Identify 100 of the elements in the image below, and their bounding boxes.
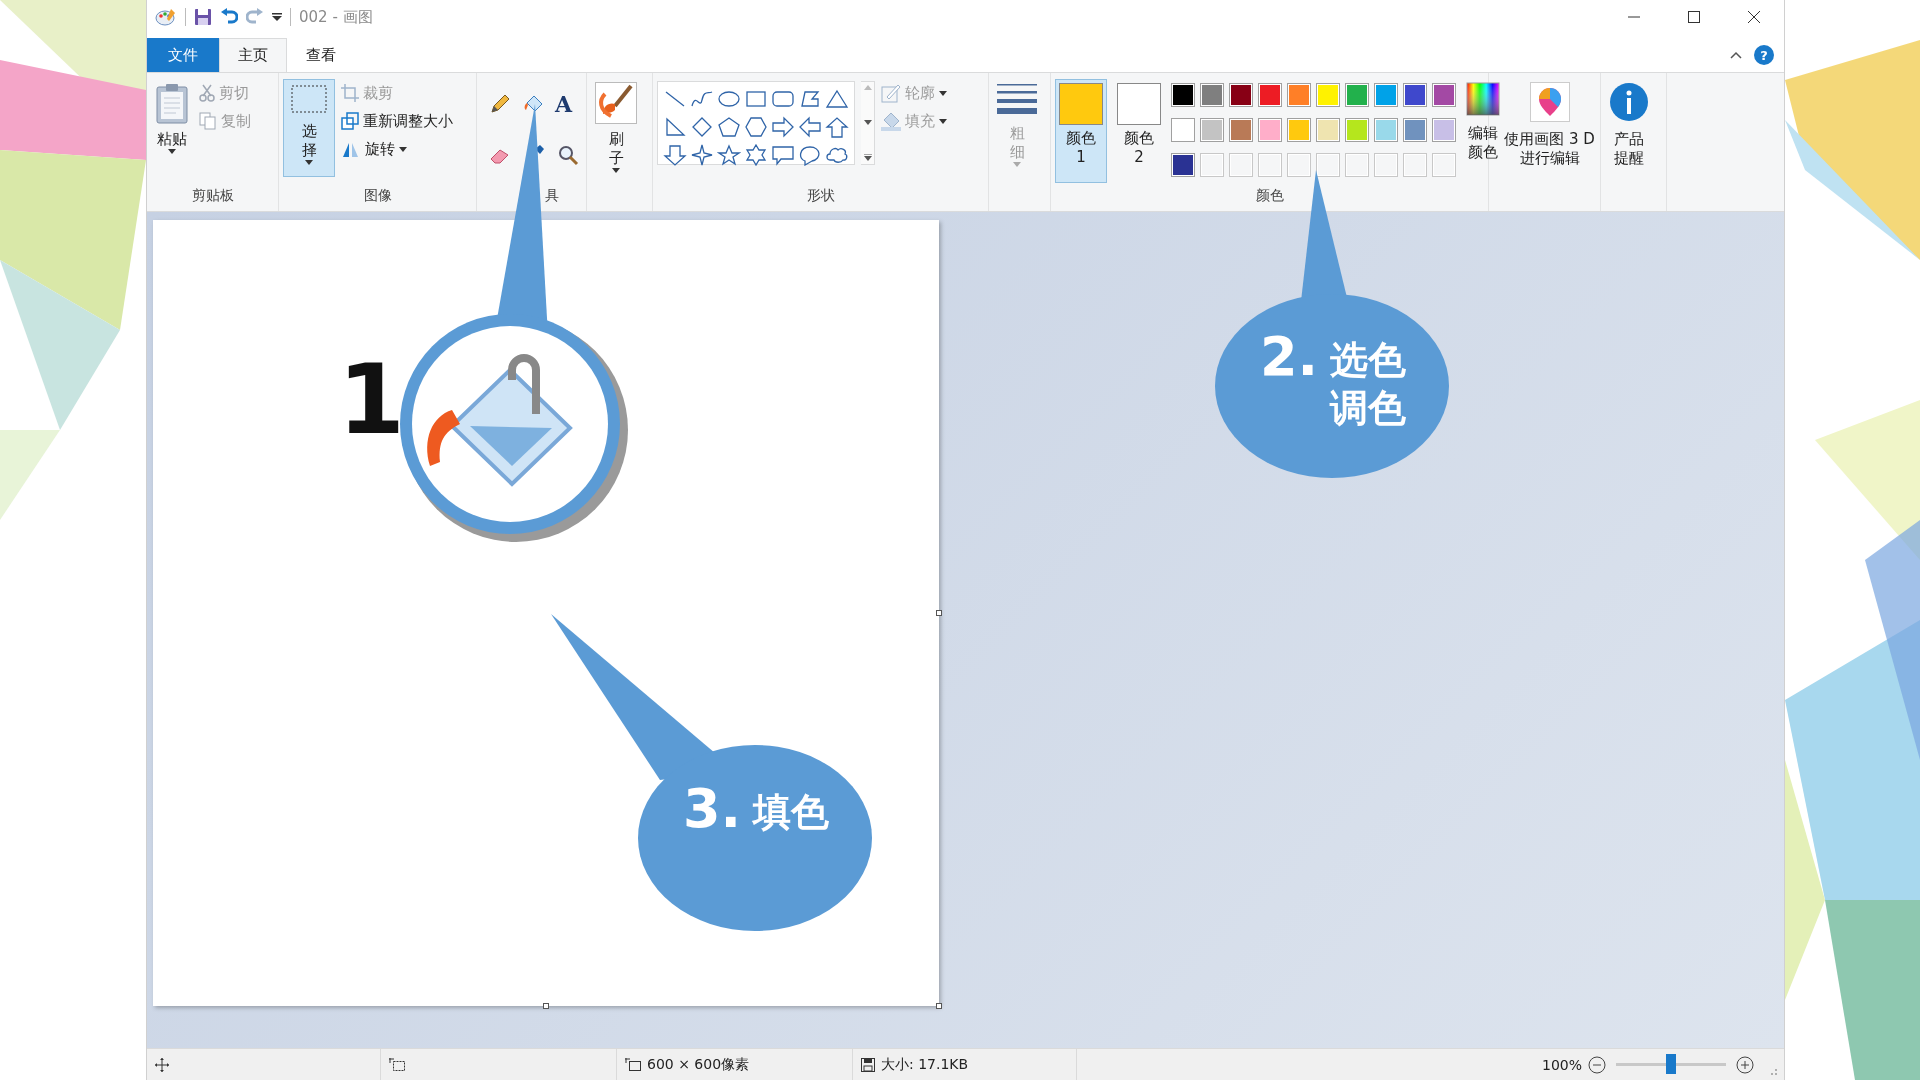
- color-swatch[interactable]: [1432, 118, 1456, 142]
- zoom-slider-thumb[interactable]: [1666, 1054, 1676, 1074]
- color-swatch[interactable]: [1403, 83, 1427, 107]
- hexagon-icon[interactable]: [744, 116, 768, 138]
- group-label: 剪贴板: [190, 186, 235, 205]
- caret-icon: [939, 90, 947, 96]
- right-triangle-icon[interactable]: [663, 116, 687, 138]
- caret-icon: [168, 149, 176, 154]
- product-alert-button[interactable]: 产品提醒: [1605, 79, 1653, 183]
- empty-swatch[interactable]: [1316, 153, 1340, 177]
- paint-palette-icon[interactable]: [155, 7, 177, 27]
- color-swatch[interactable]: [1403, 118, 1427, 142]
- ribbon-tab[interactable]: 主页: [219, 38, 287, 72]
- color-swatch[interactable]: [1287, 83, 1311, 107]
- color-swatch[interactable]: [1374, 83, 1398, 107]
- ribbon-command[interactable]: 重新调整大小: [363, 111, 453, 131]
- four-point-star-icon[interactable]: [690, 144, 714, 166]
- empty-swatch[interactable]: [1403, 153, 1427, 177]
- color-swatch[interactable]: [1229, 118, 1253, 142]
- brushes-button[interactable]: 刷子: [591, 79, 641, 183]
- triangle-icon[interactable]: [825, 88, 849, 110]
- clipboard-icon: [155, 82, 189, 124]
- right-arrow-icon[interactable]: [771, 116, 795, 138]
- file-size: 大小: 17.1KB: [881, 1055, 969, 1074]
- scroll-down-icon[interactable]: [863, 119, 872, 125]
- undo-icon[interactable]: [220, 8, 238, 26]
- canvas-size-icon: [625, 1057, 641, 1072]
- dropdown-icon[interactable]: [272, 12, 282, 22]
- color-swatch[interactable]: [1171, 153, 1195, 177]
- polygon-icon[interactable]: [798, 88, 822, 110]
- color-swatch[interactable]: [1258, 118, 1282, 142]
- close-icon[interactable]: [1746, 11, 1762, 23]
- group-label: 颜色: [1254, 186, 1285, 205]
- color-swatch[interactable]: [1345, 83, 1369, 107]
- empty-swatch[interactable]: [1432, 153, 1456, 177]
- color-swatch[interactable]: [1316, 118, 1340, 142]
- pencil-icon[interactable]: [489, 93, 511, 115]
- color-swatch[interactable]: [1432, 83, 1456, 107]
- group-label: 形状: [805, 186, 836, 205]
- text-tool-button[interactable]: A: [555, 91, 581, 132]
- callout-number: 3.: [683, 782, 742, 836]
- empty-swatch[interactable]: [1258, 153, 1282, 177]
- zoom-in-icon[interactable]: [1736, 1055, 1754, 1074]
- color-swatch[interactable]: [1200, 83, 1224, 107]
- six-point-star-icon[interactable]: [744, 144, 768, 166]
- color-swatch[interactable]: [1171, 118, 1195, 142]
- color-swatch[interactable]: [1287, 118, 1311, 142]
- paint-3d-icon: [1529, 82, 1570, 122]
- outline-pen-icon: [881, 83, 901, 103]
- down-arrow-icon[interactable]: [663, 144, 687, 166]
- empty-swatch[interactable]: [1345, 153, 1369, 177]
- file-menu-button[interactable]: 文件: [147, 38, 219, 72]
- save-icon[interactable]: [194, 8, 212, 26]
- maximize-icon[interactable]: [1686, 11, 1702, 23]
- line-widths-icon: [997, 82, 1037, 114]
- resize-icon: [341, 112, 359, 130]
- resize-handle[interactable]: [543, 1003, 549, 1009]
- paste-button[interactable]: 粘贴: [151, 79, 193, 183]
- ribbon-command[interactable]: 旋转: [365, 139, 395, 159]
- rectangular-callout-icon[interactable]: [771, 144, 795, 166]
- left-arrow-icon[interactable]: [798, 116, 822, 138]
- pentagon-icon[interactable]: [717, 116, 741, 138]
- color-swatch[interactable]: [1200, 118, 1224, 142]
- resize-handle[interactable]: [936, 610, 942, 616]
- zoom-out-icon[interactable]: [1588, 1055, 1606, 1074]
- oval-icon[interactable]: [717, 88, 741, 110]
- expand-gallery-icon[interactable]: [863, 154, 872, 161]
- info-icon: [1609, 82, 1649, 122]
- color-swatch[interactable]: [1171, 83, 1195, 107]
- caret-icon: [305, 160, 313, 165]
- color-swatch[interactable]: [1345, 118, 1369, 142]
- rectangle-icon[interactable]: [744, 88, 768, 110]
- color-swatch[interactable]: [1258, 83, 1282, 107]
- rounded-rectangle-icon[interactable]: [771, 88, 795, 110]
- magnifier-icon[interactable]: [557, 144, 579, 166]
- caret-icon: [399, 146, 407, 152]
- callout-text: 填色: [751, 789, 830, 836]
- resize-handle[interactable]: [936, 1003, 942, 1009]
- fill-bucket-icon: [881, 111, 901, 131]
- oval-callout-icon[interactable]: [798, 144, 822, 166]
- color-swatch[interactable]: [1374, 118, 1398, 142]
- diamond-icon[interactable]: [690, 116, 714, 138]
- select-button[interactable]: 选择: [283, 79, 335, 177]
- color-swatch[interactable]: [1316, 83, 1340, 107]
- collapse-ribbon-icon[interactable]: [1730, 51, 1742, 59]
- color-slot-button[interactable]: 颜色 1: [1055, 79, 1107, 183]
- empty-swatch[interactable]: [1229, 153, 1253, 177]
- selection-rectangle-icon: [290, 82, 328, 116]
- help-button[interactable]: ?: [1754, 45, 1774, 65]
- color-swatch[interactable]: [1229, 83, 1253, 107]
- edit-colors-button[interactable]: 编辑颜色: [1462, 79, 1504, 183]
- callout-number: 1: [338, 352, 405, 448]
- up-arrow-icon[interactable]: [825, 116, 849, 138]
- color-slot-button[interactable]: 颜色 2: [1113, 79, 1165, 183]
- five-point-star-icon[interactable]: [717, 144, 741, 166]
- empty-swatch[interactable]: [1287, 153, 1311, 177]
- ribbon-tab[interactable]: 查看: [287, 38, 355, 72]
- empty-swatch[interactable]: [1200, 153, 1224, 177]
- zoom-level: 100%: [1541, 1056, 1583, 1073]
- empty-swatch[interactable]: [1374, 153, 1398, 177]
